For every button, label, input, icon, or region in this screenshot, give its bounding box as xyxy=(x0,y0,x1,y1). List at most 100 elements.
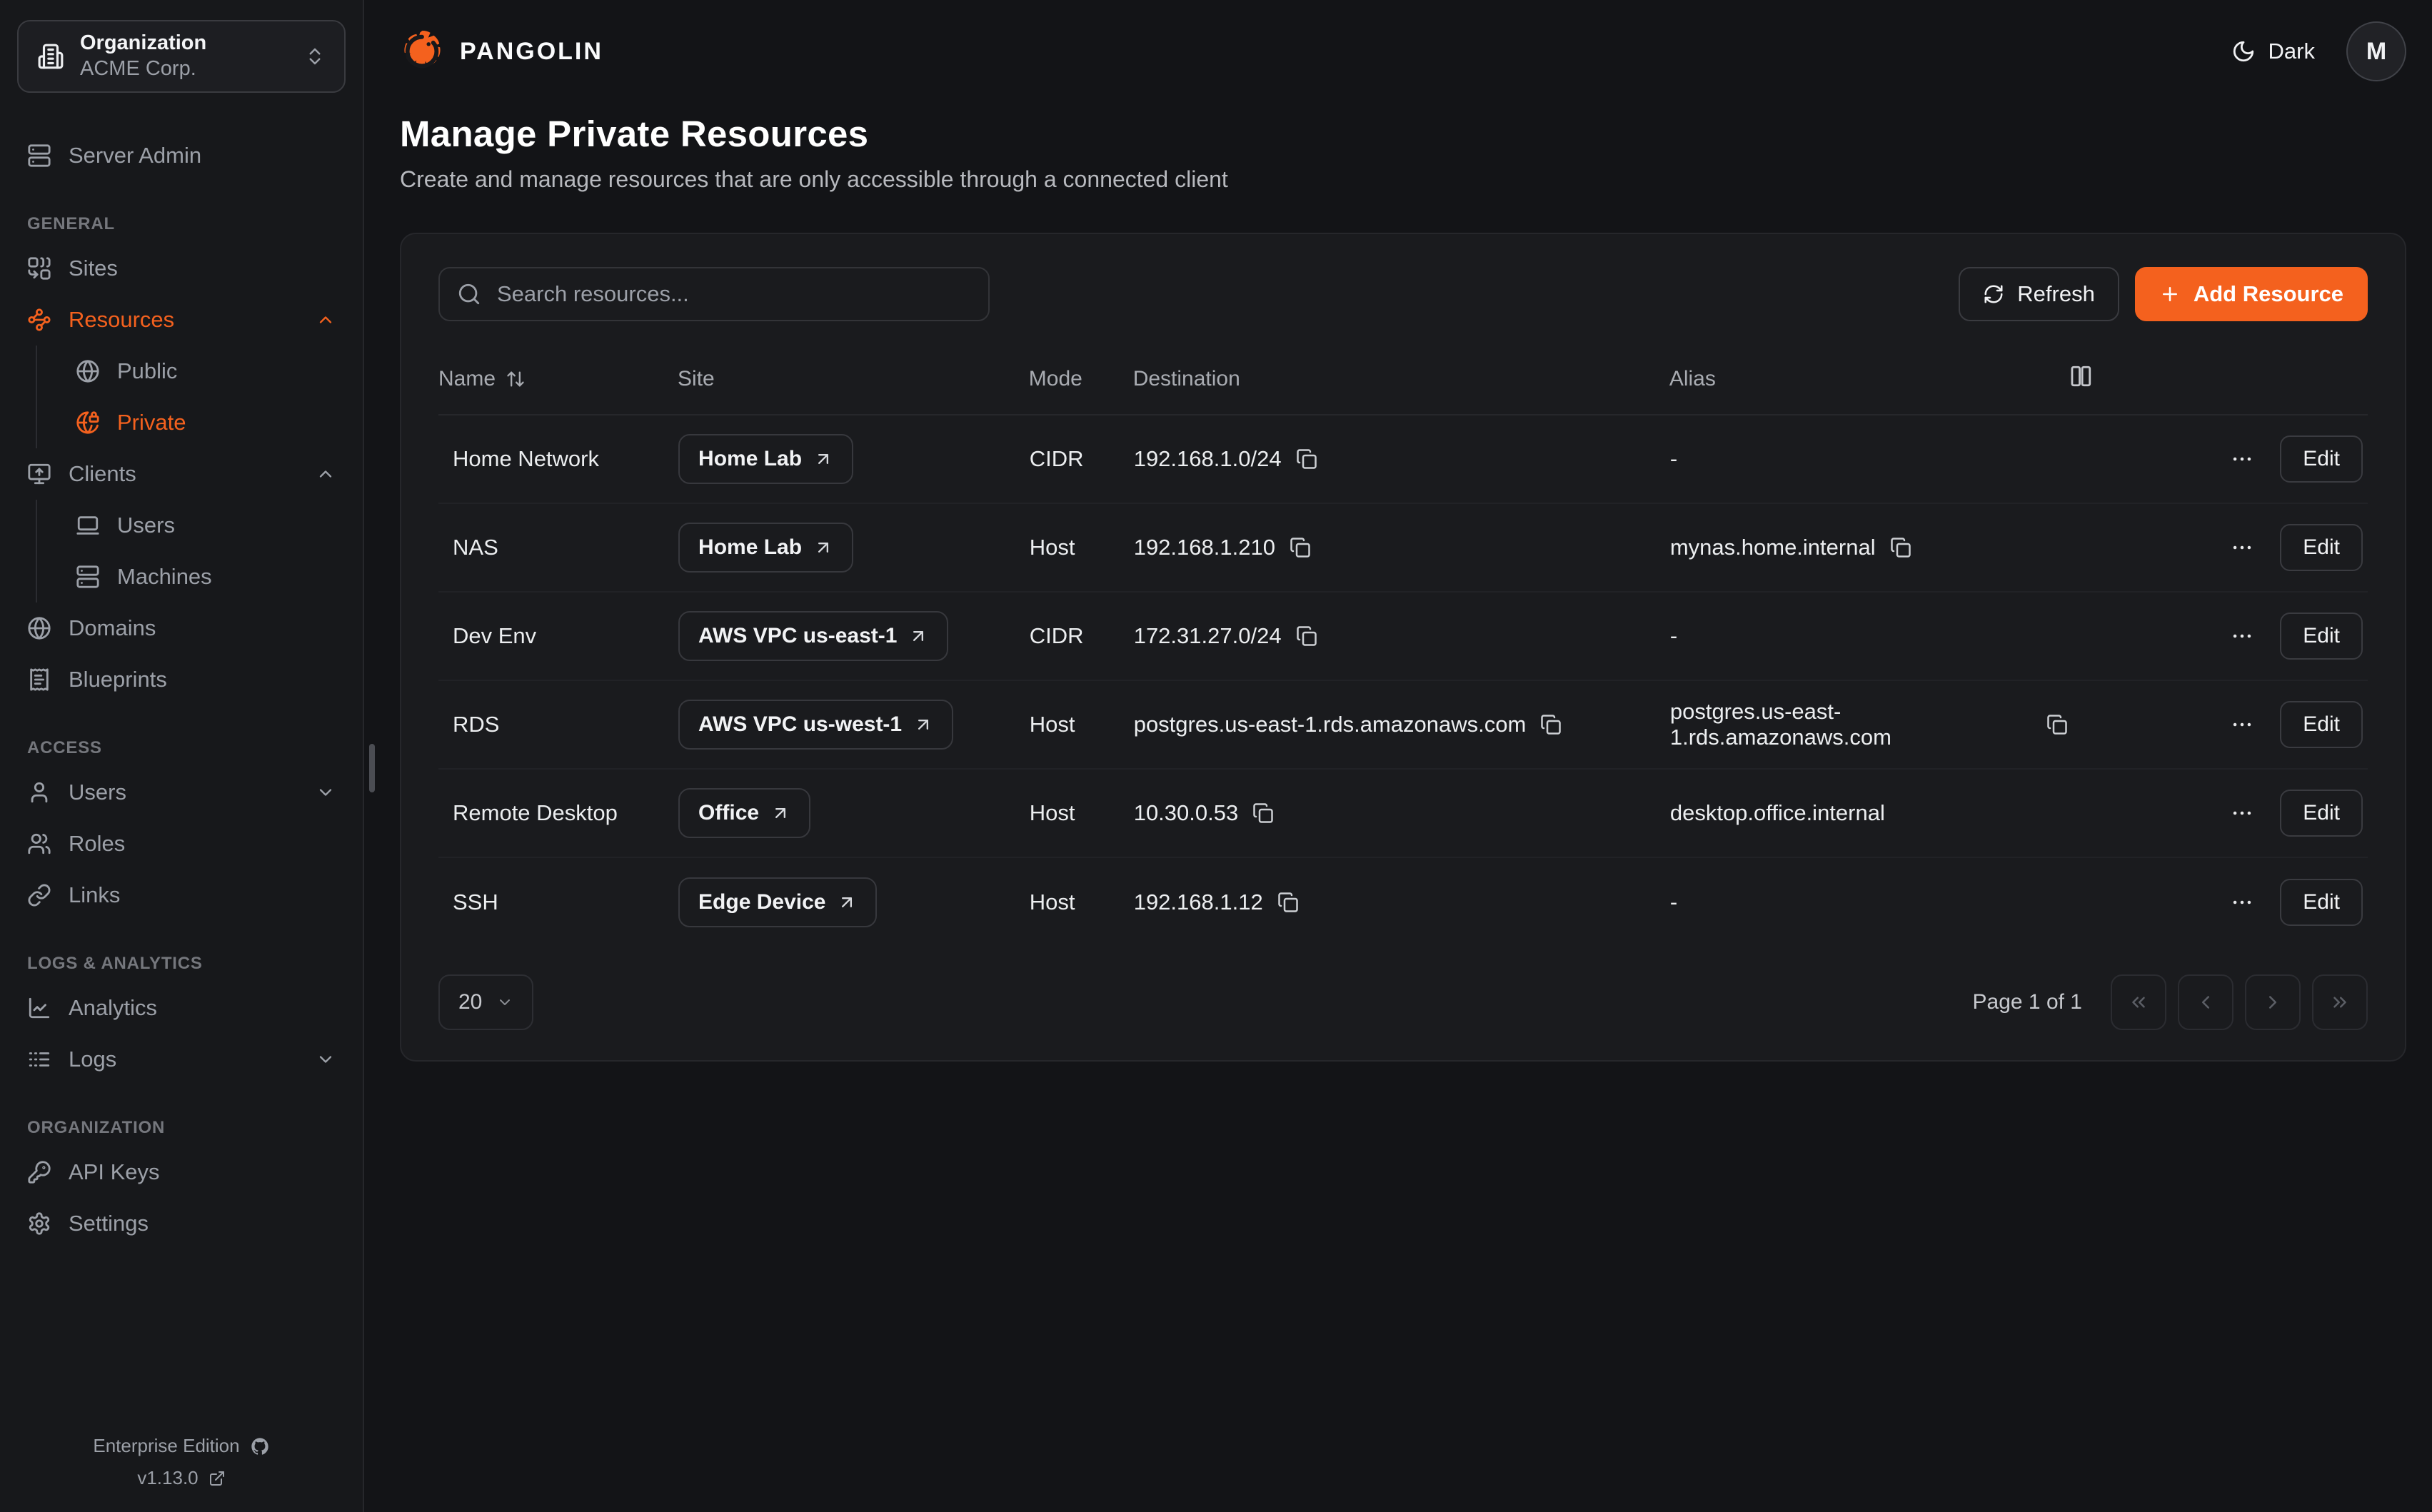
edit-button[interactable]: Edit xyxy=(2280,435,2363,483)
copy-destination-button[interactable] xyxy=(1290,537,1311,558)
previous-page-button[interactable] xyxy=(2178,974,2233,1030)
arrow-up-right-icon xyxy=(770,803,790,823)
column-visibility-button[interactable] xyxy=(2069,364,2093,390)
chevrons-right-icon xyxy=(2329,992,2351,1013)
version-label: v1.13.0 xyxy=(137,1467,198,1489)
theme-label: Dark xyxy=(2268,39,2315,64)
sidebar-scrollbar-thumb[interactable] xyxy=(369,744,375,792)
sidebar-item-public[interactable]: Public xyxy=(66,346,346,397)
site-link[interactable]: Home Lab xyxy=(678,523,853,573)
search-input[interactable] xyxy=(496,281,971,308)
page-head: Manage Private Resources Create and mana… xyxy=(400,113,2406,193)
sidebar-item-logs[interactable]: Logs xyxy=(17,1034,346,1085)
section-label-general: GENERAL xyxy=(17,214,346,234)
refresh-button[interactable]: Refresh xyxy=(1959,267,2119,321)
site-link[interactable]: Edge Device xyxy=(678,877,877,927)
copy-destination-button[interactable] xyxy=(1540,714,1562,735)
sidebar-item-links[interactable]: Links xyxy=(17,870,346,921)
avatar[interactable]: M xyxy=(2346,21,2406,81)
site-link[interactable]: Office xyxy=(678,788,810,838)
search-box xyxy=(438,267,990,321)
edit-button[interactable]: Edit xyxy=(2280,524,2363,571)
sidebar-item-machines[interactable]: Machines xyxy=(66,551,346,603)
sidebar-item-domains[interactable]: Domains xyxy=(17,603,346,654)
resource-alias: - xyxy=(1670,889,1677,915)
copy-icon xyxy=(1296,448,1317,470)
next-page-button[interactable] xyxy=(2245,974,2301,1030)
sidebar-item-server-admin[interactable]: Server Admin xyxy=(17,130,346,181)
sidebar-item-users[interactable]: Users xyxy=(17,767,346,818)
topbar-right: Dark M xyxy=(2231,21,2406,81)
copy-alias-button[interactable] xyxy=(1890,537,1911,558)
copy-destination-button[interactable] xyxy=(1296,448,1317,470)
sidebar-item-analytics[interactable]: Analytics xyxy=(17,982,346,1034)
sidebar-item-roles[interactable]: Roles xyxy=(17,818,346,870)
section-label-access: ACCESS xyxy=(17,738,346,758)
ellipsis-icon xyxy=(2230,801,2254,825)
copy-icon xyxy=(1277,892,1299,913)
sidebar-item-label: Server Admin xyxy=(69,143,201,168)
topbar: PANGOLIN Dark M xyxy=(400,19,2406,84)
chevron-left-icon xyxy=(2195,992,2216,1013)
resources-table: Name Site Mode Destination Alias xyxy=(438,351,2368,946)
ellipsis-icon xyxy=(2230,535,2254,560)
version-link[interactable]: v1.13.0 xyxy=(137,1467,225,1489)
resource-destination: postgres.us-east-1.rds.amazonaws.com xyxy=(1134,712,1527,737)
table-row: Dev Env AWS VPC us-east-1 CIDR 172.31.27… xyxy=(438,592,2368,680)
copy-destination-button[interactable] xyxy=(1252,802,1274,824)
edit-button[interactable]: Edit xyxy=(2280,613,2363,660)
org-selector[interactable]: Organization ACME Corp. xyxy=(17,20,346,93)
row-menu-button[interactable] xyxy=(2230,801,2254,825)
row-menu-button[interactable] xyxy=(2230,890,2254,914)
first-page-button[interactable] xyxy=(2111,974,2166,1030)
site-link[interactable]: Home Lab xyxy=(678,434,853,484)
edit-button[interactable]: Edit xyxy=(2280,701,2363,748)
row-menu-button[interactable] xyxy=(2230,447,2254,471)
sidebar-item-resources[interactable]: Resources xyxy=(17,294,346,346)
sidebar-item-clients[interactable]: Clients xyxy=(17,448,346,500)
theme-toggle[interactable]: Dark xyxy=(2231,39,2315,64)
site-link[interactable]: AWS VPC us-east-1 xyxy=(678,611,948,661)
section-label-organization: ORGANIZATION xyxy=(17,1118,346,1138)
row-menu-button[interactable] xyxy=(2230,535,2254,560)
sidebar-sublist: Users Machines xyxy=(36,500,346,603)
edit-button[interactable]: Edit xyxy=(2280,879,2363,926)
chevron-up-icon xyxy=(316,464,336,484)
main-content: PANGOLIN Dark M Manage Private Resources… xyxy=(364,0,2432,1512)
resource-destination: 172.31.27.0/24 xyxy=(1134,623,1282,649)
org-label: Organization xyxy=(80,32,206,55)
sidebar-item-private[interactable]: Private xyxy=(66,397,346,448)
resource-mode: CIDR xyxy=(1030,623,1084,648)
site-link[interactable]: AWS VPC us-west-1 xyxy=(678,700,953,750)
organization-icon xyxy=(37,43,64,70)
resource-destination: 192.168.1.0/24 xyxy=(1134,446,1282,472)
resource-destination: 192.168.1.12 xyxy=(1134,889,1263,915)
sidebar-item-settings[interactable]: Settings xyxy=(17,1198,346,1249)
resource-name: SSH xyxy=(453,889,498,914)
ellipsis-icon xyxy=(2230,712,2254,737)
column-header-name[interactable]: Name xyxy=(438,351,678,415)
sidebar: Organization ACME Corp. Server Admin GEN… xyxy=(0,0,364,1512)
row-menu-button[interactable] xyxy=(2230,712,2254,737)
page-size-value: 20 xyxy=(458,990,482,1014)
edit-button[interactable]: Edit xyxy=(2280,790,2363,837)
last-page-button[interactable] xyxy=(2312,974,2368,1030)
sidebar-item-api-keys[interactable]: API Keys xyxy=(17,1146,346,1198)
sidebar-item-blueprints[interactable]: Blueprints xyxy=(17,654,346,705)
copy-destination-button[interactable] xyxy=(1277,892,1299,913)
toolbar-actions: Refresh Add Resource xyxy=(1959,267,2368,321)
pagination-buttons xyxy=(2111,974,2368,1030)
resource-destination: 10.30.0.53 xyxy=(1134,800,1239,826)
resources-card: Refresh Add Resource xyxy=(400,233,2406,1062)
row-menu-button[interactable] xyxy=(2230,624,2254,648)
copy-destination-button[interactable] xyxy=(1296,625,1317,647)
sidebar-item-users[interactable]: Users xyxy=(66,500,346,551)
ellipsis-icon xyxy=(2230,447,2254,471)
page-size-select[interactable]: 20 xyxy=(438,974,533,1030)
sidebar-item-sites[interactable]: Sites xyxy=(17,243,346,294)
add-resource-button[interactable]: Add Resource xyxy=(2135,267,2368,321)
plus-icon xyxy=(2159,283,2181,305)
copy-alias-button[interactable] xyxy=(2046,714,2068,735)
edition-link[interactable]: Enterprise Edition xyxy=(93,1435,269,1457)
table-row: Remote Desktop Office Host 10.30.0.53 de… xyxy=(438,769,2368,857)
